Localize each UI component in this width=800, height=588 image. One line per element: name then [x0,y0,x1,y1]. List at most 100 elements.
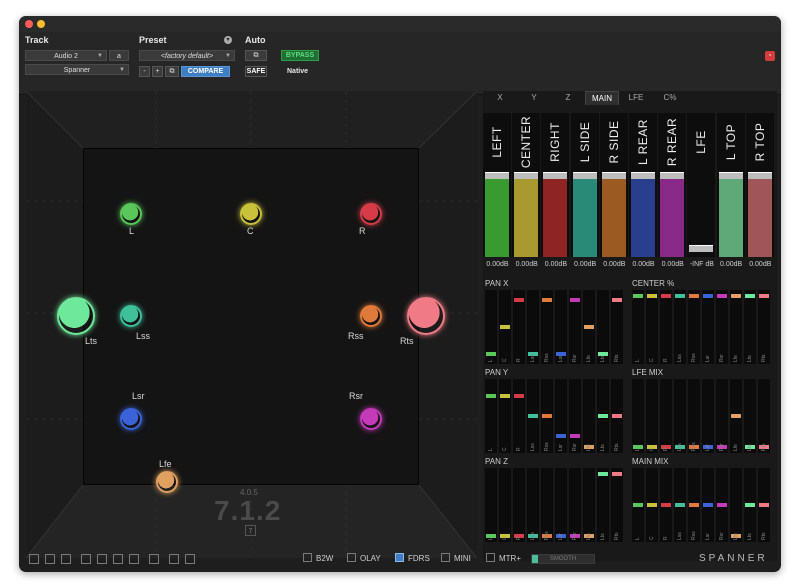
tab-x[interactable]: X [483,91,517,105]
routing-strip[interactable]: L [485,290,497,364]
speaker-rts[interactable] [407,297,445,335]
routing-marker[interactable] [745,503,755,507]
speaker-c[interactable] [240,203,262,225]
routing-strip[interactable]: Rts [758,379,770,453]
routing-strip[interactable]: Lts [744,468,756,542]
channel-fader-center[interactable]: CENTER [512,113,541,257]
channel-fader-l-top[interactable]: L TOP [716,113,745,257]
tab-z[interactable]: Z [551,91,585,105]
speaker-lfe[interactable] [156,471,178,493]
fader-cap[interactable] [543,172,568,179]
routing-marker[interactable] [703,294,713,299]
routing-strip[interactable]: Rss [541,379,553,453]
routing-marker[interactable] [731,414,741,418]
minimize-window-icon[interactable] [37,20,45,28]
fader-cap[interactable] [631,172,655,179]
routing-strip[interactable]: C [499,379,511,453]
routing-strip[interactable]: Lfe [583,379,595,453]
tab-cpct[interactable]: C% [653,91,687,105]
routing-strip[interactable]: Lss [674,379,686,453]
routing-marker[interactable] [759,503,769,507]
routing-marker[interactable] [689,294,699,299]
channel-fader-r-side[interactable]: R SIDE [599,113,628,257]
routing-marker[interactable] [514,297,524,302]
checkbox-icon[interactable] [347,553,356,562]
routing-strip[interactable]: L [632,468,644,542]
track-selector[interactable]: Audio 2 ▼ [25,50,107,61]
routing-marker[interactable] [661,294,671,299]
routing-marker[interactable] [647,503,657,507]
b2w-option[interactable]: B2W [303,553,333,565]
routing-marker[interactable] [570,297,580,302]
routing-strip[interactable]: Rsr [716,468,728,542]
routing-marker[interactable] [647,294,657,299]
snapshot-slot-button[interactable] [185,554,195,564]
routing-strip[interactable]: Rts [611,379,623,453]
routing-strip[interactable]: Lts [744,379,756,453]
routing-strip[interactable]: Rss [541,290,553,364]
channel-fader-left[interactable]: LEFT [483,113,511,257]
channel-fader-right[interactable]: RIGHT [541,113,570,257]
fader-cap[interactable] [747,172,772,179]
automation-icon[interactable]: ⧉ [245,50,267,61]
routing-marker[interactable] [542,414,552,418]
channel-fader-r-top[interactable]: R TOP [745,113,774,257]
routing-strip[interactable]: Lss [527,468,539,542]
routing-strip[interactable]: Rsr [569,290,581,364]
fader-cap[interactable] [514,172,539,179]
speaker-lsr[interactable] [120,408,142,430]
mini-option[interactable]: MINI [441,553,471,565]
routing-marker[interactable] [584,325,594,329]
format-select-button[interactable]: 7 [245,525,256,536]
snapshot-slot-button[interactable] [129,554,139,564]
snapshot-slot-button[interactable] [45,554,55,564]
routing-strip[interactable]: R [513,379,525,453]
routing-strip[interactable]: L [632,290,644,364]
fader-cap[interactable] [718,172,743,179]
routing-marker[interactable] [528,414,538,418]
routing-strip[interactable]: R [660,290,672,364]
routing-marker[interactable] [486,393,496,398]
routing-strip[interactable]: R [513,290,525,364]
routing-strip[interactable]: Rts [611,468,623,542]
routing-marker[interactable] [675,503,685,507]
fader-cap[interactable] [660,172,685,179]
olay-option[interactable]: OLAY [347,553,381,565]
routing-strip[interactable]: Lsr [702,468,714,542]
checkbox-icon[interactable] [441,553,450,562]
mtr-option[interactable]: MTR+ [486,553,521,565]
compare-button[interactable]: COMPARE [181,66,230,77]
bypass-button[interactable]: BYPASS [281,50,319,61]
routing-strip[interactable]: Lsr [555,290,567,364]
fader-cap[interactable] [689,245,714,252]
speaker-lss[interactable] [120,305,142,327]
routing-strip[interactable]: Lss [674,468,686,542]
routing-strip[interactable]: C [646,290,658,364]
routing-marker[interactable] [745,294,755,299]
routing-marker[interactable] [542,297,552,302]
channel-fader-r-rear[interactable]: R REAR [658,113,687,257]
snapshot-slot-button[interactable] [149,554,159,564]
routing-strip[interactable]: Lsr [702,290,714,364]
routing-marker[interactable] [633,503,643,507]
fdrs-option[interactable]: FDRS [395,553,430,565]
preset-menu-icon[interactable]: ▾ [224,36,232,44]
routing-marker[interactable] [661,503,671,507]
speaker-l[interactable] [120,203,142,225]
routing-strip[interactable]: Rts [611,290,623,364]
routing-strip[interactable]: Lss [674,290,686,364]
routing-strip[interactable]: Lss [527,290,539,364]
fader-cap[interactable] [601,172,626,179]
snapshot-slot-button[interactable] [81,554,91,564]
surround-panner[interactable]: L C R Lts Lss Rss Rts Lsr Rsr Lfe 4.0.5 7.1.2 7 [26,91,477,558]
channel-fader-lfe[interactable]: LFE [687,113,716,257]
close-plugin-icon[interactable]: ▫ [765,51,775,61]
routing-marker[interactable] [633,294,643,299]
speaker-lts[interactable] [57,297,95,335]
routing-strip[interactable]: Lfe [583,290,595,364]
routing-strip[interactable]: Lfe [583,468,595,542]
routing-marker[interactable] [500,325,510,329]
routing-strip[interactable]: Rss [541,468,553,542]
routing-strip[interactable]: Lsr [555,468,567,542]
routing-strip[interactable]: Lts [597,468,609,542]
